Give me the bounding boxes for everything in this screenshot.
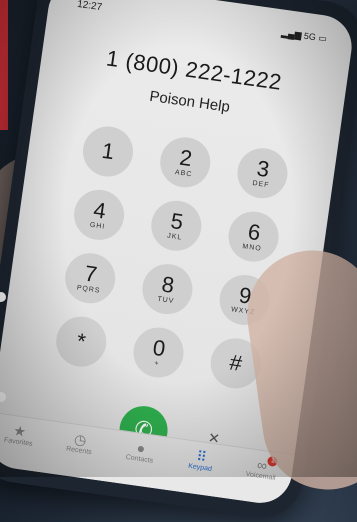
- key-0[interactable]: 0 +: [130, 324, 187, 381]
- status-time: 12:27: [76, 0, 103, 14]
- star-icon: ★: [12, 422, 28, 440]
- tab-contacts[interactable]: ● Contacts: [114, 437, 167, 467]
- red-accent-strip: [0, 0, 8, 130]
- tab-label: Recents: [65, 445, 93, 457]
- key-2[interactable]: 2 ABC: [156, 134, 214, 191]
- tab-favorites[interactable]: ★ Favorites: [0, 420, 46, 450]
- tab-label: Keypad: [187, 462, 213, 473]
- status-signal: ▂▄▆ 5G ▭: [281, 28, 328, 45]
- person-icon: ●: [135, 439, 147, 457]
- voicemail-icon: ∞: [256, 456, 269, 474]
- tab-label: Voicemail: [245, 470, 276, 482]
- tab-label: Contacts: [125, 453, 154, 465]
- keypad: 1 2 ABC 3 DEF 4 GHI 5 JKL 6 MNO 7 PQRS 8 TUV 9W…: [49, 123, 291, 392]
- clock-icon: ◷: [73, 430, 88, 449]
- battery-icon: ▭: [317, 32, 328, 44]
- key-6[interactable]: 6 MNO: [225, 208, 282, 265]
- keypad-icon: ⠿: [195, 447, 208, 466]
- network-label: 5G: [303, 30, 317, 43]
- tab-label: Favorites: [3, 436, 33, 448]
- key-1[interactable]: 1: [79, 123, 137, 180]
- key-3[interactable]: 3 DEF: [234, 144, 291, 202]
- signal-icon: ▂▄▆: [280, 27, 303, 41]
- key-4[interactable]: 4 GHI: [70, 186, 128, 244]
- tab-keypad[interactable]: ⠿ Keypad: [175, 445, 228, 475]
- key-7[interactable]: 7 PQRS: [61, 250, 119, 307]
- key-5[interactable]: 5 JKL: [148, 197, 205, 254]
- tab-recents[interactable]: ◷ Recents: [54, 428, 107, 458]
- key-star[interactable]: *: [53, 313, 110, 370]
- key-8[interactable]: 8 TUV: [139, 260, 196, 318]
